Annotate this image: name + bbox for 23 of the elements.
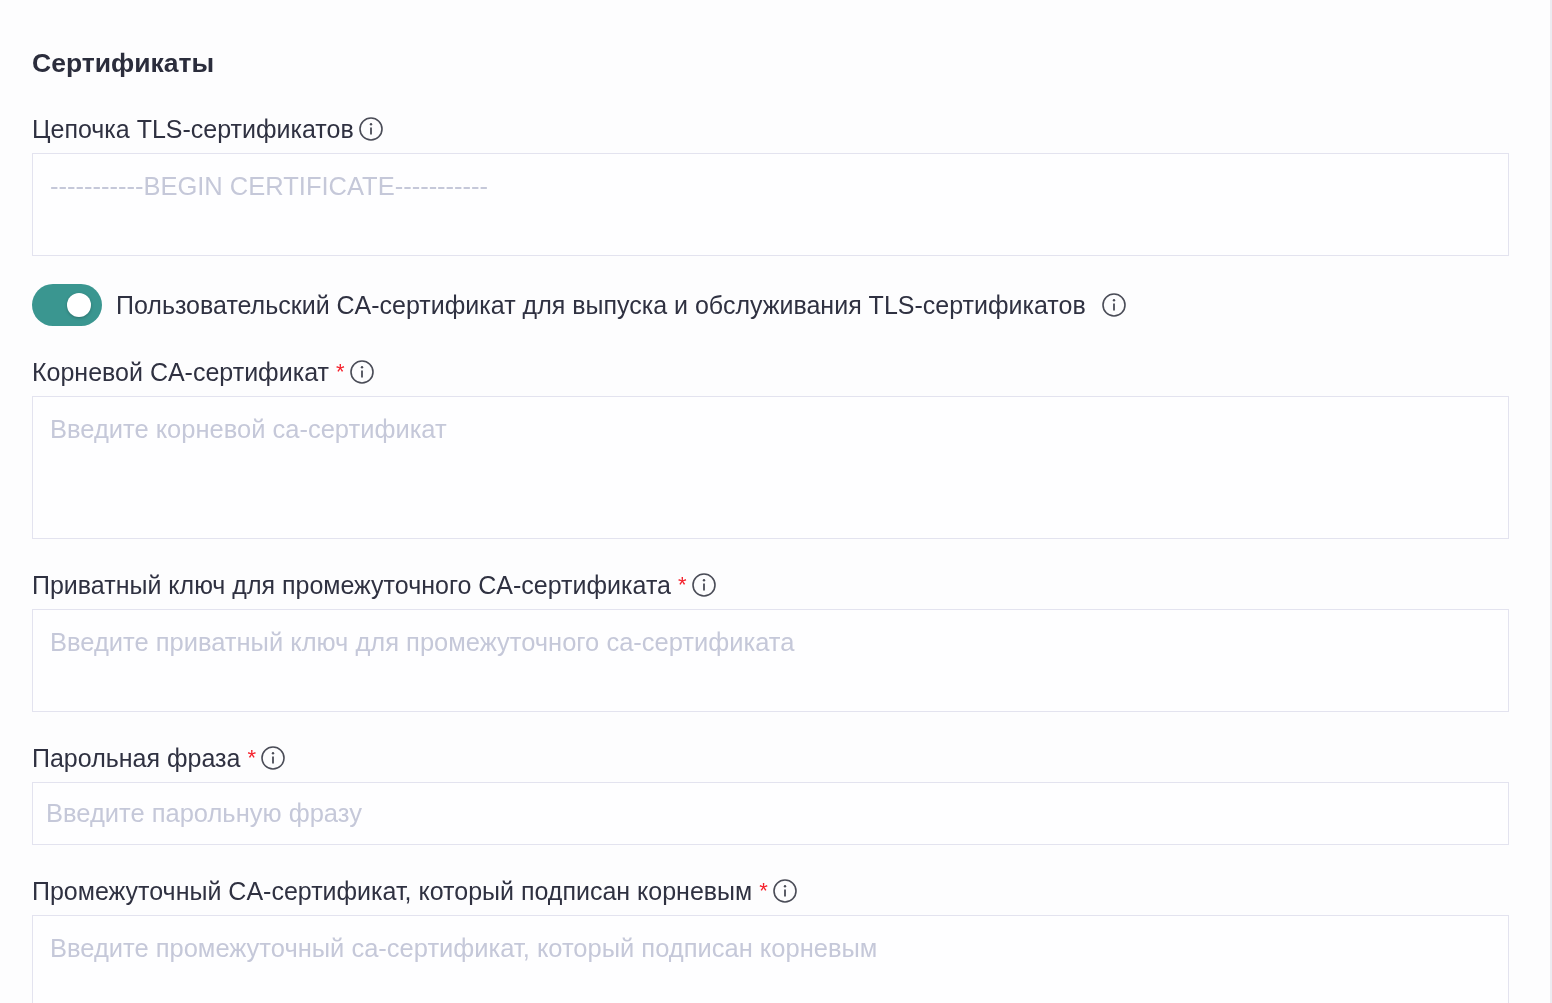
input-field[interactable]: Введите парольную фразу — [32, 782, 1509, 845]
field-label: Парольная фраза — [32, 743, 241, 773]
required-asterisk: * — [247, 744, 256, 772]
field-label: Цепочка TLS-сертификатов — [32, 114, 354, 144]
toggle-switch[interactable] — [32, 284, 102, 326]
textarea-field[interactable]: -----------BEGIN CERTIFICATE----------- — [32, 153, 1509, 256]
info-icon — [772, 879, 797, 903]
toggle-label: Пользовательский CA-сертификат для выпуска и обслуживания TLS-сертификатов — [116, 290, 1086, 320]
required-asterisk: * — [335, 358, 345, 386]
field-label: Приватный ключ для промежуточного CA-сертификата — [32, 570, 671, 600]
field-label: Корневой CA-сертификат — [32, 357, 329, 387]
section-title: Сертификаты — [32, 47, 215, 79]
required-asterisk: * — [678, 571, 687, 599]
info-icon — [691, 573, 716, 597]
textarea-field[interactable]: Введите приватный ключ для промежуточного ca-сертификата — [32, 609, 1509, 712]
info-icon — [260, 746, 285, 770]
info-icon — [358, 117, 383, 141]
info-icon — [1101, 293, 1126, 317]
textarea-field[interactable]: Введите промежуточный ca-сертификат, который подписан корневым — [32, 915, 1509, 1003]
field-label: Промежуточный CA-сертификат, который подписан корневым — [32, 876, 753, 906]
required-asterisk: * — [759, 877, 768, 905]
info-icon — [349, 360, 374, 384]
textarea-field[interactable]: Введите корневой ca-сертификат — [32, 396, 1509, 539]
